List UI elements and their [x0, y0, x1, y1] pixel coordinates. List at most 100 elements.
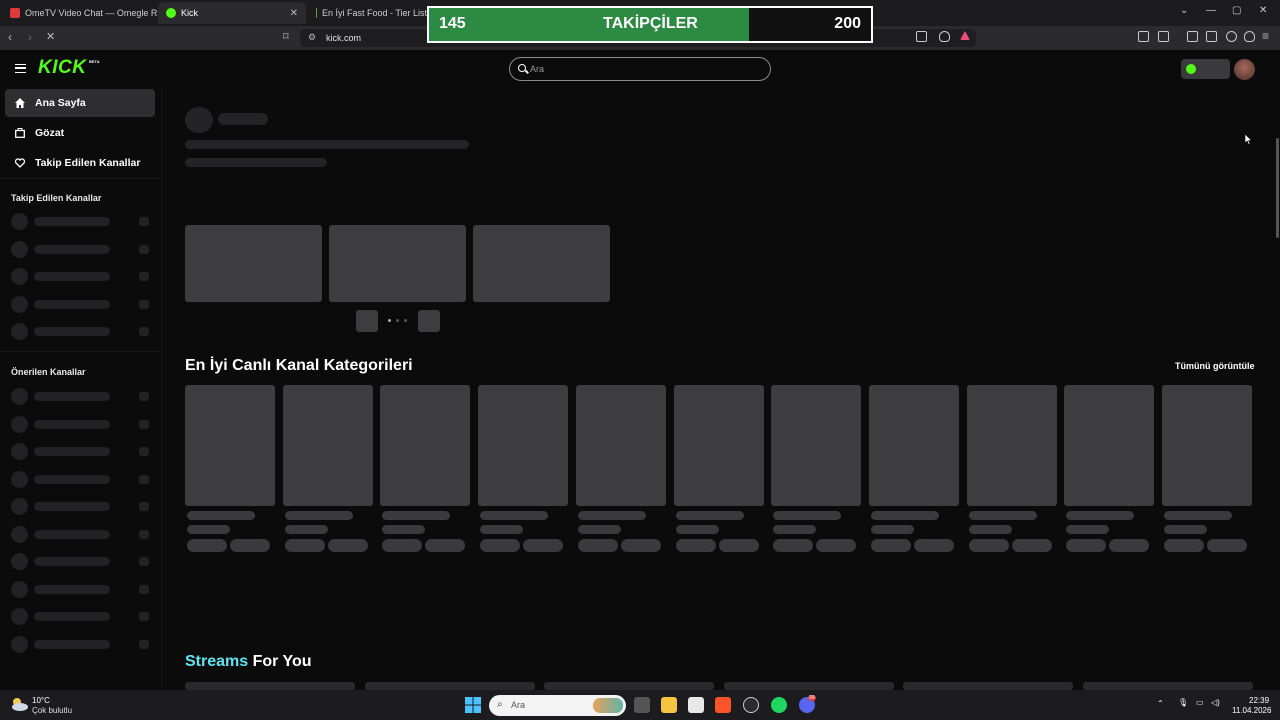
category-tag-skeleton [1164, 539, 1204, 552]
extensions-icon[interactable] [1138, 31, 1149, 42]
leo-ai-icon[interactable] [1226, 31, 1237, 42]
channel-avatar-skeleton [11, 635, 28, 653]
microphone-icon[interactable]: 🎙 [1178, 698, 1188, 707]
see-all-link[interactable]: Tümünü görüntüle [1175, 361, 1254, 371]
channel-viewers-skeleton [139, 502, 149, 511]
tab-list-chevron-icon[interactable]: ⌄ [1180, 5, 1188, 16]
category-tag-skeleton [718, 539, 759, 552]
carousel-next-button[interactable] [418, 310, 440, 332]
tray-overflow-icon[interactable]: ⌃ [1157, 699, 1164, 708]
taskbar-search-input[interactable]: ⌕ Ara [489, 695, 626, 716]
wallet-icon[interactable] [1206, 31, 1217, 42]
brave-browser-icon[interactable] [715, 697, 731, 713]
kick-page: KICK BETA Ara Ana Sayfa Gözat Takip Edil… [0, 50, 1280, 690]
microsoft-store-icon[interactable] [688, 697, 704, 713]
minimize-icon[interactable]: — [1206, 5, 1216, 16]
obs-icon[interactable] [743, 697, 759, 713]
kick-favicon-icon [166, 8, 176, 18]
task-view-icon[interactable] [634, 697, 650, 713]
follower-goal-label: TAKİPÇİLER [603, 15, 698, 32]
sidebar-item-home[interactable]: Ana Sayfa [5, 89, 155, 117]
close-window-icon[interactable]: ✕ [1259, 5, 1267, 16]
search-icon [518, 64, 526, 72]
channel-avatar-skeleton [11, 388, 28, 405]
category-tag-skeleton [1207, 539, 1247, 552]
category-tag-skeleton [382, 539, 423, 552]
windows-start-icon[interactable] [465, 697, 481, 713]
volume-icon[interactable]: ◁) [1211, 698, 1220, 707]
category-viewers-skeleton [1164, 525, 1207, 534]
weather-desc[interactable]: Çok bulutlu [32, 706, 72, 715]
vpn-icon[interactable] [1244, 31, 1255, 42]
category-thumbnail-skeleton [380, 385, 471, 506]
extension-widget[interactable] [1181, 59, 1230, 79]
sidebar-toggle-icon[interactable] [1187, 31, 1198, 42]
brave-rewards-icon[interactable] [960, 31, 970, 40]
tab-kick[interactable]: Kick ✕ [158, 2, 306, 24]
channel-viewers-skeleton [139, 299, 149, 309]
category-name-skeleton [968, 511, 1037, 520]
brave-shield-icon[interactable] [939, 31, 950, 42]
category-tag-skeleton [816, 539, 857, 552]
follower-goal-progress-fill [429, 8, 750, 41]
heart-icon [15, 158, 25, 168]
channel-avatar-skeleton [11, 470, 28, 488]
carousel-dot[interactable] [396, 319, 399, 322]
back-icon[interactable]: ‹ [8, 30, 12, 44]
tab-tierlist[interactable]: En İyi Fast Food - Tier List, K [308, 2, 438, 24]
category-tag-skeleton [1109, 539, 1150, 552]
site-header: KICK BETA Ara [0, 50, 1280, 88]
spotify-icon[interactable] [771, 697, 787, 713]
avatar[interactable] [1234, 59, 1255, 80]
stop-icon[interactable]: ✕ [46, 30, 55, 43]
screenshot-icon[interactable] [1158, 31, 1169, 42]
clock-date[interactable]: 11.04.2026 [1232, 706, 1271, 715]
category-thumbnail-skeleton [185, 385, 275, 506]
stream-card[interactable] [544, 682, 714, 690]
share-icon[interactable] [916, 31, 927, 42]
kick-logo[interactable]: KICK [38, 57, 86, 79]
category-viewers-skeleton [382, 525, 426, 534]
network-icon[interactable]: ▭ [1196, 698, 1204, 707]
tab-ometv[interactable]: OmeTV Video Chat — Omegle R [2, 2, 158, 24]
close-tab-icon[interactable]: ✕ [290, 8, 298, 19]
page-scrollbar[interactable] [1276, 138, 1279, 238]
carousel-card[interactable] [329, 225, 466, 302]
carousel-card[interactable] [185, 225, 322, 302]
channel-avatar-skeleton [11, 268, 28, 285]
featured-subtitle-skeleton [185, 158, 327, 167]
sidebar-item-browse[interactable]: Gözat [5, 119, 155, 147]
stream-card[interactable] [723, 682, 894, 690]
carousel-dot[interactable] [404, 319, 407, 322]
site-info-icon[interactable]: ⚙ [308, 32, 316, 43]
sidebar-item-label: Takip Edilen Kanallar [35, 157, 141, 169]
maximize-icon[interactable]: ▢ [1232, 5, 1241, 16]
carousel-prev-button[interactable] [356, 310, 378, 332]
stream-card[interactable] [364, 682, 535, 690]
menu-icon[interactable]: ≡ [1262, 29, 1269, 43]
channel-viewers-skeleton [139, 584, 149, 594]
channel-viewers-skeleton [139, 244, 149, 254]
category-tag-skeleton [773, 539, 814, 552]
discord-notification-badge: 99 [808, 695, 816, 701]
stream-card[interactable] [185, 682, 355, 690]
hamburger-menu-icon[interactable] [15, 64, 26, 73]
bookmark-icon[interactable]: ⌑ [283, 30, 289, 43]
weather-temp[interactable]: 10°C [32, 696, 50, 705]
clock-time[interactable]: 22:39 [1249, 696, 1269, 705]
stream-card[interactable] [1082, 682, 1253, 690]
carousel-card[interactable] [473, 225, 610, 302]
sidebar-divider [0, 178, 160, 179]
stream-card[interactable] [903, 682, 1073, 690]
sidebar-item-following[interactable]: Takip Edilen Kanallar [5, 149, 155, 177]
channel-viewers-skeleton [139, 639, 149, 649]
file-explorer-icon[interactable] [661, 697, 677, 713]
tab-title: En İyi Fast Food - Tier List, K [321, 8, 438, 18]
category-name-skeleton [187, 511, 255, 520]
channel-name-skeleton [34, 244, 110, 254]
forward-icon[interactable]: › [28, 30, 32, 44]
channel-name-skeleton [34, 639, 110, 649]
carousel-dot[interactable] [388, 319, 391, 322]
recommended-channels-heading: Önerilen Kanallar [11, 367, 86, 377]
search-input[interactable]: Ara [509, 57, 771, 81]
